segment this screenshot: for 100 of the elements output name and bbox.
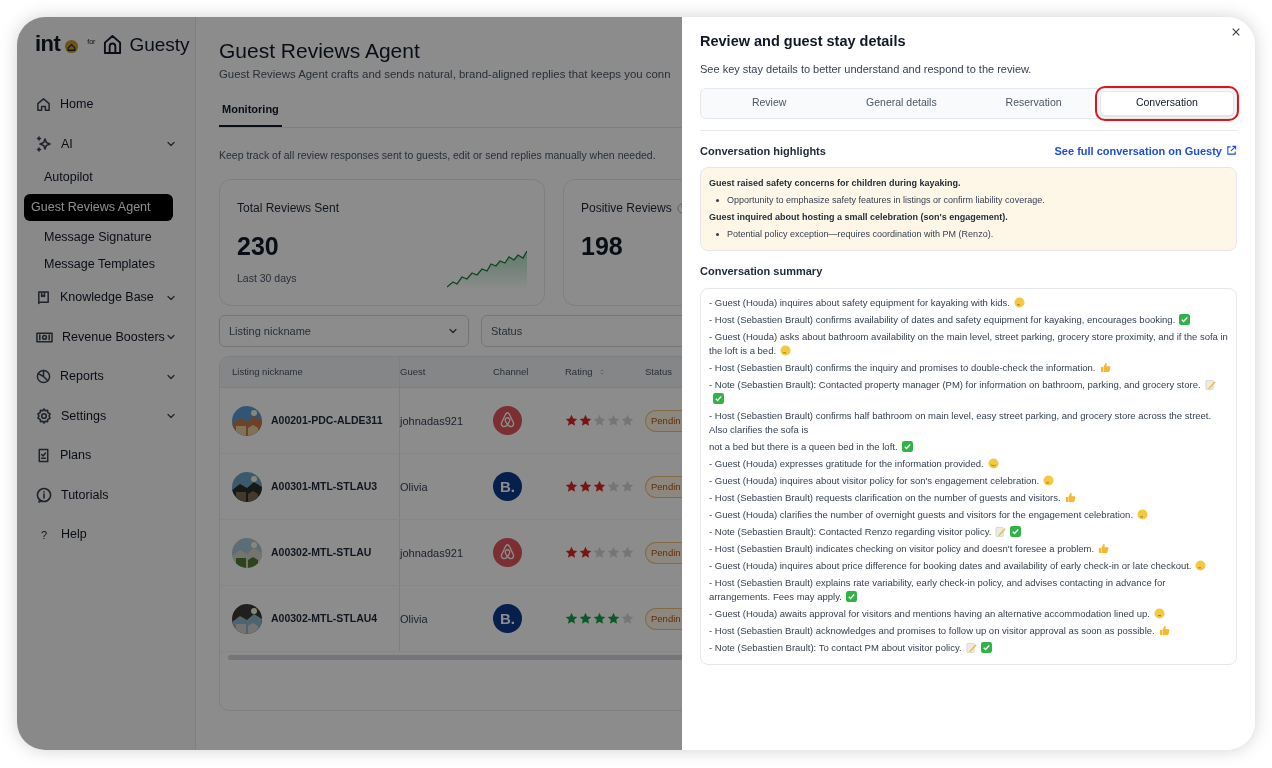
star-icon [607, 414, 620, 428]
close-icon[interactable] [1231, 27, 1241, 37]
logo-text: int [35, 33, 61, 55]
column-header: Listing nickname [232, 365, 303, 380]
summary-line: - Guest (Houda) awaits approval for visitors and mentions having an alternative accommodation lined up. [709, 606, 1228, 621]
highlight-text: Opportunity to emphasize safety features in listings or confirm liability coverage. [727, 194, 1045, 207]
tab[interactable]: Review [703, 90, 836, 116]
star-icon [579, 414, 592, 428]
star-icon [593, 414, 606, 428]
listing-name: A00302-MTL-STLAU4 [271, 611, 378, 626]
bullet-icon [716, 233, 719, 236]
card-title: Positive Reviews [581, 200, 672, 218]
star-icon [593, 480, 606, 494]
summary-line: - Guest (Houda) expresses gratitude for the information provided. [709, 456, 1228, 471]
star-icon [607, 480, 620, 494]
channel-logo: B. [493, 472, 522, 502]
star-icon [565, 414, 578, 428]
star-icon [579, 480, 592, 494]
guest-name: Olivia [400, 479, 428, 495]
tab[interactable]: General details [835, 90, 968, 116]
star-icon [579, 546, 592, 560]
column-header: Channel [493, 365, 529, 380]
nav-item[interactable]: Knowledge Base [60, 288, 154, 308]
status-badge: Pendin [645, 607, 682, 630]
channel-logo: B. [493, 604, 522, 634]
section-heading: Conversation highlights [700, 143, 827, 159]
star-icon [621, 480, 634, 494]
star-icon [621, 612, 634, 626]
star-icon [593, 612, 606, 626]
summary-line: - Note (Sebastien Brault): Contacted property manager (PM) for information on bathroom, parking, and grocery store. [709, 377, 1228, 406]
star-icon [565, 480, 578, 494]
nav-item[interactable]: Plans [60, 446, 92, 466]
tab[interactable]: Monitoring [219, 101, 282, 127]
star-icon [621, 414, 634, 428]
card-value: 198 [581, 231, 624, 262]
card-title: Total Reviews Sent [237, 200, 340, 218]
banknote-icon [36, 330, 53, 345]
channel-logo-icon [493, 406, 522, 436]
star-icon [593, 546, 606, 560]
nav-item[interactable]: Message Signature [24, 224, 188, 251]
dropdown-field[interactable]: Listing nickname [219, 315, 469, 348]
settings-icon [36, 408, 52, 425]
listing-name: A00301-MTL-STLAU3 [271, 479, 378, 494]
sparkle-icon [36, 136, 52, 153]
summary-line: - Guest (Houda) asks about bathroom availability on the main level, street parking, grocery store proximity, and if the sofa in the loft is a bed. [709, 329, 1228, 358]
highlight-heading: Guest inquired about hosting a small celebration (son's engagement). [709, 211, 1009, 224]
house-logo-icon [103, 34, 123, 55]
bullet-icon [716, 199, 719, 202]
page-subtitle: Guest Reviews Agent crafts and sends natural, brand-aligned replies that keeps you conn [219, 67, 671, 82]
summary-line: - Host (Sebastien Brault) confirms availability of dates and safety equipment for kayaking, encourages booking. [709, 312, 1228, 327]
guest-name: johnadas921 [400, 413, 463, 429]
summary-line: - Host (Sebastien Brault) confirms the inquiry and promises to double-check the information. [709, 360, 1228, 375]
book-icon [36, 290, 51, 306]
nav-item[interactable]: Home [60, 95, 94, 115]
column-header: Guest [400, 365, 426, 380]
star-icon [621, 546, 634, 560]
summary-line: - Guest (Houda) inquires about visitor policy for son's engagement celebration. [709, 473, 1228, 488]
dropdown-field[interactable]: Status [481, 315, 682, 348]
nav-item[interactable]: Help [61, 525, 87, 545]
star-icon [565, 546, 578, 560]
summary-line: - Guest (Houda) inquires about price difference for booking dates and availability of early check-in or late checkout. [709, 558, 1228, 573]
external-link[interactable]: See full conversation on Guesty [1054, 142, 1237, 159]
page-title: Guest Reviews Agent [219, 38, 421, 64]
intro-text: Keep track of all review responses sent to guests, edit or send replies manually when needed. [219, 147, 657, 163]
star-icon [565, 612, 578, 626]
summary-line: - Note (Sebastien Brault): To contact PM about visitor policy. [709, 640, 1228, 655]
nav-item[interactable]: Reports [60, 367, 104, 387]
nav-item[interactable]: Message Templates [24, 251, 188, 278]
summary-line: - Host (Sebastien Brault) requests clarification on the number of guests and visitors. [709, 490, 1228, 505]
info-bubble-icon [36, 487, 52, 504]
star-icon [579, 612, 592, 626]
summary-line: - Host (Sebastien Brault) explains rate variability, early check-in policy, and advises contacting in advance for arrangements. Fees may apply. [709, 575, 1167, 604]
tab[interactable]: Reservation [967, 90, 1100, 116]
card-caption: Last 30 days [237, 271, 298, 287]
nav-item[interactable]: Tutorials [61, 485, 109, 505]
pie-chart-icon [36, 369, 51, 385]
guest-name: johnadas921 [400, 545, 463, 561]
nav-item[interactable]: Guest Reviews Agent [24, 194, 173, 221]
summary-line: - Note (Sebastien Brault): Contacted Renzo regarding visitor policy. [709, 524, 1228, 539]
drawer-title: Review and guest stay details [700, 32, 907, 51]
status-badge: Pendin [645, 541, 682, 564]
nav-item[interactable]: AI [61, 134, 73, 154]
listing-name: A00201-PDC-ALDE311 [271, 413, 383, 428]
listing-name: A00302-MTL-STLAU [271, 545, 372, 560]
nav-item[interactable]: Autopilot [24, 164, 188, 191]
logo-partner: Guesty [129, 35, 190, 54]
summary-line: - Host (Sebastien Brault) acknowledges and promises to follow up on visitor approval as soon as possible. [709, 623, 1228, 638]
nav-item[interactable]: Revenue Boosters [62, 327, 165, 347]
summary-line: - Guest (Houda) inquires about safety equipment for kayaking with kids. [709, 295, 1228, 310]
star-icon [607, 546, 620, 560]
column-header: Status [645, 365, 672, 380]
guest-name: Olivia [400, 611, 428, 627]
column-header[interactable]: Rating [565, 365, 593, 380]
summary-line: - Host (Sebastien Brault) indicates checking on visitor policy and doesn't foresee a problem. [709, 541, 1228, 556]
scrollbar[interactable] [228, 654, 682, 660]
nav-item[interactable]: Settings [61, 406, 107, 426]
logo-mark-icon [64, 39, 80, 54]
home-icon [36, 97, 51, 113]
clipboard-icon [36, 448, 51, 464]
status-badge: Pendin [645, 409, 682, 432]
